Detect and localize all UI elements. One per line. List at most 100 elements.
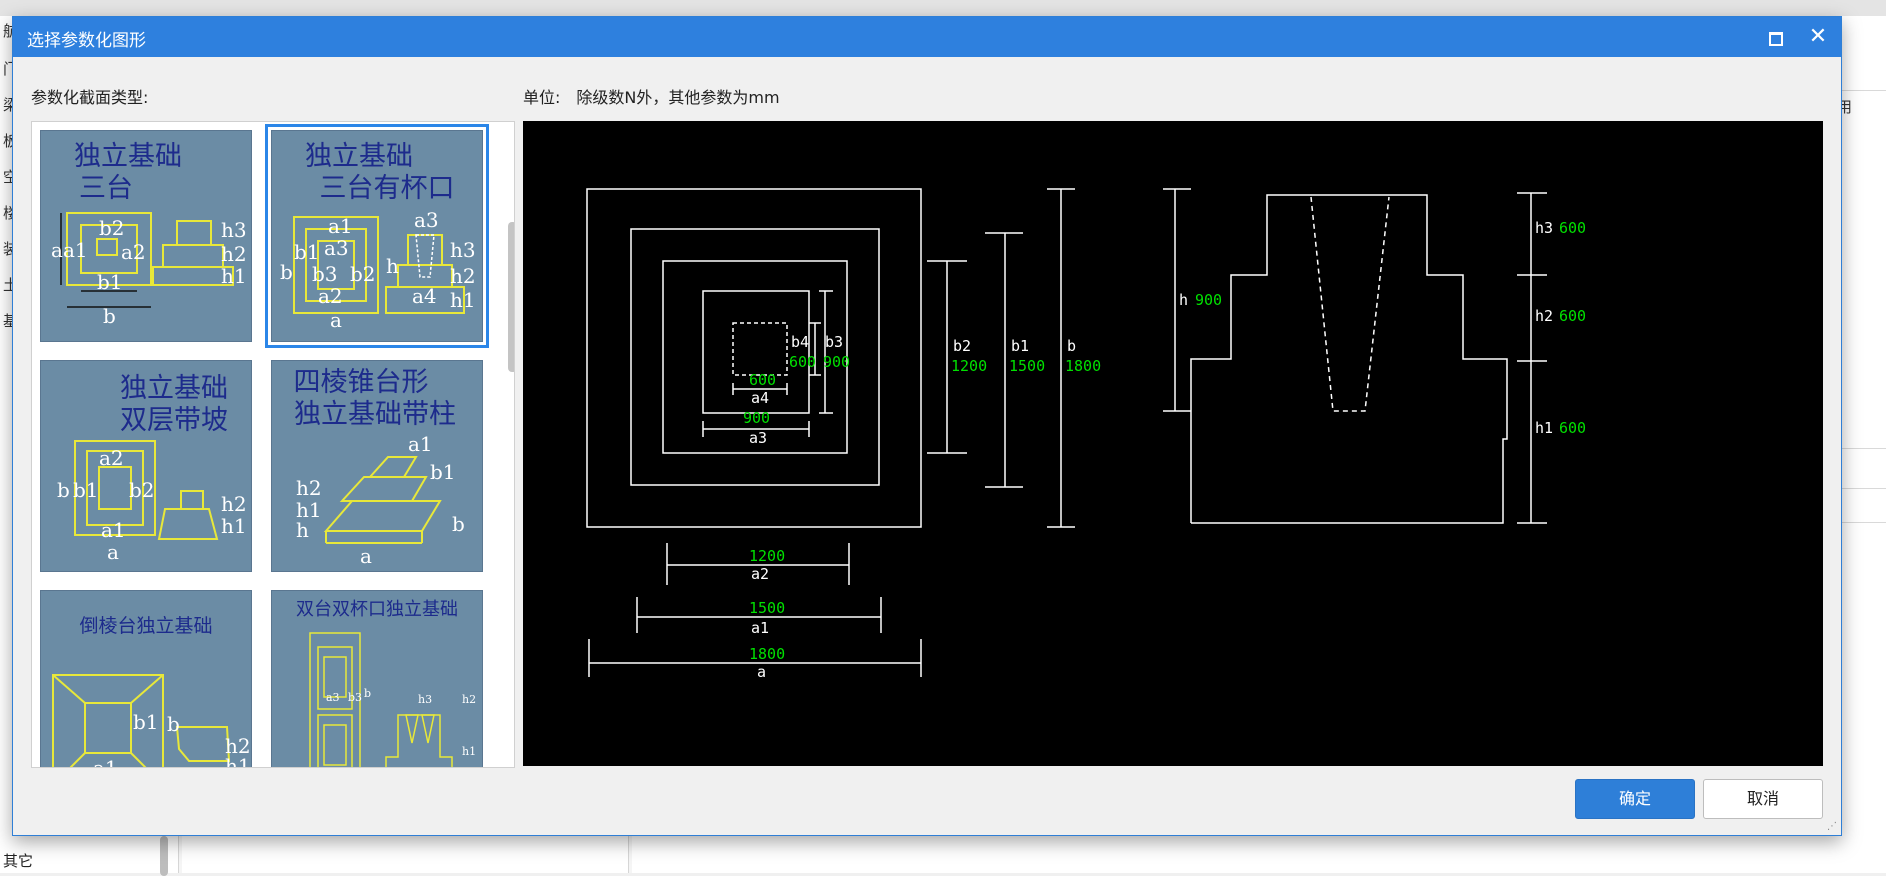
preview-drawing: b4 600 b3 900 b2 1200 b1 1500 b 1800 600…	[586, 188, 1586, 681]
dim-label: b3	[312, 262, 338, 286]
thumbnail-diagram: b1 a1 b h2 h1	[52, 674, 251, 768]
dim-label: a2	[318, 284, 343, 308]
section-type-thumbnail[interactable]: 双台双杯口独立基础 a3 b3 a1 b h3 h2 h1	[271, 590, 483, 767]
dim-label: a	[330, 308, 342, 332]
section-type-thumbnail[interactable]: 独立基础 三台 b2 a1 a a2 b1 b h3 h2 h1	[40, 130, 252, 342]
section-type-thumbnail[interactable]: 四棱锥台形 独立基础带柱 a1 b1 h2 h1 h b a	[271, 360, 483, 572]
section-type-thumbnail[interactable]: 独立基础 双层带坡 a2 b b1 b2 a1 a h2 h1	[40, 360, 252, 572]
dim-name-a: a	[757, 663, 766, 681]
dim-label: h3	[450, 238, 476, 262]
dim-name-h2: h2	[1535, 307, 1553, 325]
dim-label: a	[360, 544, 372, 568]
dim-label: a4	[412, 284, 437, 308]
maximize-button[interactable]	[1761, 23, 1791, 51]
dim-value-b2: 1200	[951, 357, 987, 375]
section-type-thumbnail[interactable]: 倒棱台独立基础 b1 a1 b h2 h1	[40, 590, 252, 768]
background-toolbar	[0, 0, 1886, 17]
unit-info: 单位: 除级数N外，其他参数为mm	[523, 84, 780, 108]
dim-name-b3: b3	[825, 333, 843, 351]
thumbnail-diagram: a1 a3 a3 b1 b b3 b2 a2 a h a4 h3 h2 h1	[280, 208, 476, 332]
dim-name-a3: a3	[749, 429, 767, 447]
dim-label: h1	[221, 264, 247, 288]
thumbnail-diagram: b2 a1 a a2 b1 b h3 h2 h1	[51, 212, 247, 328]
tree-scrollbar[interactable]	[160, 836, 168, 876]
dim-label: b1	[73, 478, 99, 502]
dim-label: b1	[97, 270, 123, 294]
dim-label: a1	[93, 756, 118, 768]
unit-label: 单位:	[523, 88, 561, 107]
dim-value-b: 1800	[1065, 357, 1101, 375]
dim-value-b1: 1500	[1009, 357, 1045, 375]
dim-value-h1: 600	[1559, 419, 1586, 437]
thumbnail-diagram: a1 b1 h2 h1 h b a	[296, 432, 465, 568]
dim-label: h2	[221, 492, 247, 516]
dim-label: a	[107, 540, 119, 564]
dim-label: h1	[221, 514, 247, 538]
ok-button[interactable]: 确定	[1575, 779, 1695, 819]
maximize-icon	[1769, 32, 1783, 46]
dim-value-a2: 1200	[749, 547, 785, 565]
dim-name-h1: h1	[1535, 419, 1553, 437]
dim-name-b2: b2	[953, 337, 971, 355]
dim-label: h	[296, 518, 309, 542]
dim-label: b	[280, 260, 293, 284]
section-type-thumbnail-selected[interactable]: 独立基础 三台有杯口 a1 a3 a3 b1 b b3 b2 a2 a h a4…	[265, 124, 489, 348]
dim-value-a4: 600	[749, 371, 776, 389]
dim-label: b1	[133, 710, 159, 734]
dim-value-h3: 600	[1559, 219, 1586, 237]
dim-value-b4: 600	[789, 353, 816, 371]
dim-label: b	[452, 512, 465, 536]
thumbnail-diagram: a2 b b1 b2 a1 a h2 h1	[57, 440, 247, 564]
dim-label: a1	[63, 238, 88, 262]
section-type-list: 独立基础 三台 b2 a1 a a2 b1 b h3 h2 h1 独立基础 三台…	[31, 121, 515, 768]
dim-value-h2: 600	[1559, 307, 1586, 325]
dim-label: b1	[294, 240, 320, 264]
dialog-titlebar[interactable]: 选择参数化图形 ✕	[13, 17, 1841, 57]
dim-value-b3: 900	[823, 353, 850, 371]
close-icon: ✕	[1808, 24, 1828, 49]
thumbnail-list-scrollbar[interactable]	[508, 222, 514, 372]
dim-label: b	[364, 687, 371, 700]
dim-label: a2	[99, 446, 124, 470]
cancel-button[interactable]: 取消	[1703, 779, 1823, 819]
dim-name-b1: b1	[1011, 337, 1029, 355]
dim-label: h3	[221, 218, 247, 242]
dim-label: a1	[101, 518, 126, 542]
dim-label: b	[103, 304, 116, 328]
dim-label: a3	[326, 691, 340, 704]
dim-label: h	[386, 254, 399, 278]
thumbnail-diagram: a3 b3 a1 b h3 h2 h1	[309, 632, 476, 767]
section-types-label: 参数化截面类型:	[31, 88, 149, 107]
dim-label: h1	[450, 288, 476, 312]
dim-value-a3: 900	[743, 409, 770, 427]
dim-name-h3: h3	[1535, 219, 1553, 237]
shape-preview-canvas: b4 600 b3 900 b2 1200 b1 1500 b 1800 600…	[523, 121, 1823, 766]
dim-name-h: h	[1179, 291, 1188, 309]
dim-label: a2	[121, 240, 146, 264]
unit-value: 除级数N外，其他参数为mm	[576, 88, 780, 107]
dim-label: b1	[430, 460, 456, 484]
dim-name-a2: a2	[751, 565, 769, 583]
dim-label: h3	[418, 693, 432, 706]
dim-label: a3	[414, 208, 439, 232]
dim-label: b	[57, 478, 70, 502]
select-parametric-shape-dialog: 选择参数化图形 ✕ 参数化截面类型: 单位: 除级数N外，其他参数为mm 独立基础…	[12, 16, 1842, 836]
dim-label: h1	[225, 754, 251, 768]
dim-name-a4: a4	[751, 389, 769, 407]
dim-label: h2	[296, 476, 322, 500]
dim-name-b: b	[1067, 337, 1076, 355]
dim-label: a1	[408, 432, 433, 456]
dialog-title: 选择参数化图形	[27, 31, 146, 51]
dim-value-a: 1800	[749, 645, 785, 663]
dim-label: a3	[324, 236, 349, 260]
tree-item-other[interactable]: 其它	[3, 850, 33, 871]
dim-label: b	[167, 712, 180, 736]
dim-label: h2	[221, 242, 247, 266]
resize-grip-icon[interactable]: ⋰	[1827, 821, 1839, 833]
close-button[interactable]: ✕	[1803, 23, 1833, 51]
dim-label: b2	[129, 478, 155, 502]
dim-label: b2	[350, 262, 376, 286]
dim-label: h1	[462, 745, 476, 758]
dim-name-b4: b4	[791, 333, 809, 351]
dim-value-h: 900	[1195, 291, 1222, 309]
